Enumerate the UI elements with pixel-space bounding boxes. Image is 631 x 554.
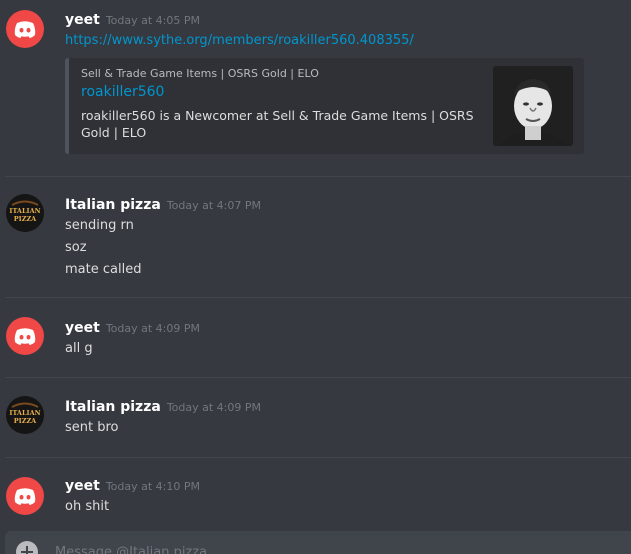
username[interactable]: Italian pizza [65, 399, 161, 415]
italian-pizza-avatar[interactable]: ITALIAN PIZZA [6, 396, 44, 434]
username[interactable]: yeet [65, 320, 100, 336]
timestamp: Today at 4:05 PM [105, 14, 200, 27]
message-group: yeet Today at 4:10 PM oh shit [0, 458, 631, 518]
username[interactable]: Italian pizza [65, 197, 161, 213]
embed-title-link[interactable]: roakiller560 [81, 84, 164, 100]
italian-pizza-logo-text: PIZZA [14, 417, 37, 425]
message-header: Italian pizza Today at 4:07 PM [65, 194, 261, 214]
message-content: https://www.sythe.org/members/roakiller5… [65, 31, 414, 51]
discord-logo-icon[interactable] [6, 477, 44, 515]
italian-pizza-logo-text: ITALIAN [9, 207, 40, 215]
embed-description: roakiller560 is a Newcomer at Sell & Tra… [81, 108, 474, 140]
embed-thumbnail-image[interactable] [493, 66, 573, 146]
timestamp: Today at 4:10 PM [105, 480, 200, 493]
message-group: ITALIAN PIZZA Italian pizza Today at 4:09… [0, 378, 631, 457]
italian-pizza-avatar[interactable]: ITALIAN PIZZA [6, 194, 44, 232]
message-line: sending rn [65, 218, 134, 233]
message-header: yeet Today at 4:05 PM [65, 9, 200, 29]
message-group: yeet Today at 4:05 PM https://www.sythe.o… [0, 0, 631, 176]
discord-logo-icon[interactable] [6, 317, 44, 355]
timestamp: Today at 4:07 PM [166, 199, 261, 212]
username[interactable]: yeet [65, 12, 100, 28]
plus-circle-icon[interactable] [16, 541, 38, 554]
link-embed: Sell & Trade Game Items | OSRS Gold | EL… [65, 58, 584, 154]
message-header: Italian pizza Today at 4:09 PM [65, 396, 261, 416]
message-header: yeet Today at 4:10 PM [65, 475, 200, 495]
italian-pizza-logo-text: ITALIAN [9, 409, 40, 417]
timestamp: Today at 4:09 PM [166, 401, 261, 414]
italian-pizza-logo-text: PIZZA [14, 215, 37, 223]
message-composer [5, 531, 631, 554]
message-line: all g [65, 341, 93, 356]
username[interactable]: yeet [65, 478, 100, 494]
embed-provider: Sell & Trade Game Items | OSRS Gold | EL… [81, 67, 319, 80]
message-group: ITALIAN PIZZA Italian pizza Today at 4:07… [0, 177, 631, 297]
timestamp: Today at 4:09 PM [105, 322, 200, 335]
message-line: sent bro [65, 420, 119, 435]
message-header: yeet Today at 4:09 PM [65, 317, 200, 337]
chat-window: yeet Today at 4:05 PM https://www.sythe.o… [0, 0, 631, 554]
message-line: soz [65, 240, 87, 255]
message-line: oh shit [65, 499, 110, 514]
discord-logo-icon[interactable] [6, 10, 44, 48]
message-group: yeet Today at 4:09 PM all g [0, 298, 631, 377]
message-line: mate called [65, 262, 142, 277]
message-input[interactable] [51, 541, 619, 554]
message-link[interactable]: https://www.sythe.org/members/roakiller5… [65, 33, 414, 48]
